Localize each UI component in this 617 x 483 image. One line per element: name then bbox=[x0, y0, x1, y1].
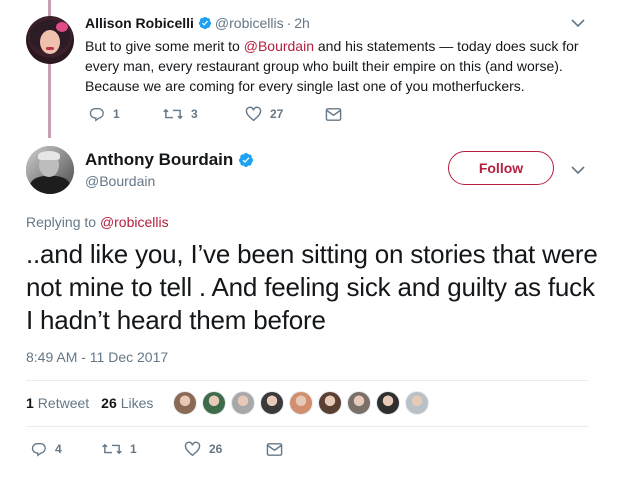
liker-avatars bbox=[173, 391, 434, 415]
retweets-stat[interactable]: 1 Retweet bbox=[26, 395, 89, 411]
retweets-count: 1 bbox=[26, 395, 34, 411]
author-handle[interactable]: @robicellis bbox=[215, 15, 284, 31]
retweet-icon bbox=[102, 443, 122, 455]
liker-avatar[interactable] bbox=[289, 391, 313, 415]
tweet-time[interactable]: 2h bbox=[294, 15, 310, 31]
replying-to-line: Replying to @robicellis bbox=[26, 214, 169, 230]
liker-avatar[interactable] bbox=[202, 391, 226, 415]
parent-tweet-text: But to give some merit to @Bourdain and … bbox=[85, 36, 605, 96]
reply-icon bbox=[31, 442, 46, 457]
retweets-label: Retweet bbox=[37, 395, 90, 411]
tweet-text-part: But to give some merit to bbox=[85, 38, 244, 54]
direct-message-button[interactable] bbox=[266, 442, 283, 457]
avatar[interactable] bbox=[26, 16, 74, 64]
author-name[interactable]: Allison Robicelli bbox=[85, 15, 194, 31]
divider bbox=[26, 426, 588, 427]
verified-badge-icon bbox=[239, 153, 254, 167]
likes-count: 26 bbox=[101, 395, 117, 411]
chevron-down-icon[interactable] bbox=[571, 18, 585, 28]
main-tweet-actions: 4 1 26 bbox=[30, 441, 283, 457]
mention-link[interactable]: @Bourdain bbox=[244, 38, 314, 54]
main-tweet-author: Anthony Bourdain bbox=[85, 150, 254, 170]
liker-avatar[interactable] bbox=[376, 391, 400, 415]
like-button[interactable]: 27 bbox=[245, 106, 325, 122]
retweet-button[interactable]: 3 bbox=[163, 106, 245, 122]
envelope-icon bbox=[325, 107, 342, 121]
divider bbox=[26, 380, 588, 381]
heart-icon bbox=[245, 106, 262, 122]
reply-icon bbox=[89, 107, 104, 122]
parent-tweet-actions: 1 3 27 bbox=[88, 106, 342, 122]
retweet-button[interactable]: 1 bbox=[102, 441, 184, 457]
like-count: 26 bbox=[209, 442, 223, 456]
author-name[interactable]: Anthony Bourdain bbox=[85, 150, 233, 170]
retweet-count: 1 bbox=[130, 442, 137, 456]
avatar[interactable] bbox=[26, 146, 74, 194]
liker-avatar[interactable] bbox=[405, 391, 429, 415]
reply-count: 4 bbox=[55, 442, 62, 456]
like-count: 27 bbox=[270, 107, 284, 121]
tweet-timestamp[interactable]: 8:49 AM - 11 Dec 2017 bbox=[26, 349, 168, 365]
liker-avatar[interactable] bbox=[231, 391, 255, 415]
retweet-count: 3 bbox=[191, 107, 198, 121]
liker-avatar[interactable] bbox=[173, 391, 197, 415]
replying-to-label: Replying to bbox=[26, 214, 100, 230]
retweet-icon bbox=[163, 108, 183, 120]
envelope-icon bbox=[266, 442, 283, 456]
follow-button[interactable]: Follow bbox=[448, 151, 554, 185]
liker-avatar[interactable] bbox=[347, 391, 371, 415]
liker-avatar[interactable] bbox=[260, 391, 284, 415]
likes-label: Likes bbox=[120, 395, 154, 411]
heart-icon bbox=[184, 441, 201, 457]
separator-dot: · bbox=[286, 15, 292, 31]
reply-button[interactable]: 1 bbox=[88, 106, 163, 122]
chevron-down-icon[interactable] bbox=[571, 165, 585, 175]
liker-avatar[interactable] bbox=[318, 391, 342, 415]
reply-button[interactable]: 4 bbox=[30, 441, 102, 457]
tweet-text: ..and like you, I’ve been sitting on sto… bbox=[26, 239, 598, 335]
likes-stat[interactable]: 26 Likes bbox=[101, 395, 153, 411]
reply-count: 1 bbox=[113, 107, 120, 121]
mention-link[interactable]: @robicellis bbox=[100, 214, 169, 230]
direct-message-button[interactable] bbox=[325, 107, 342, 122]
author-handle[interactable]: @Bourdain bbox=[85, 173, 155, 189]
parent-tweet-header: Allison Robicelli @robicellis · 2h bbox=[85, 15, 310, 31]
tweet-stats: 1 Retweet 26 Likes bbox=[26, 395, 153, 411]
like-button[interactable]: 26 bbox=[184, 441, 266, 457]
verified-badge-icon bbox=[198, 16, 212, 30]
